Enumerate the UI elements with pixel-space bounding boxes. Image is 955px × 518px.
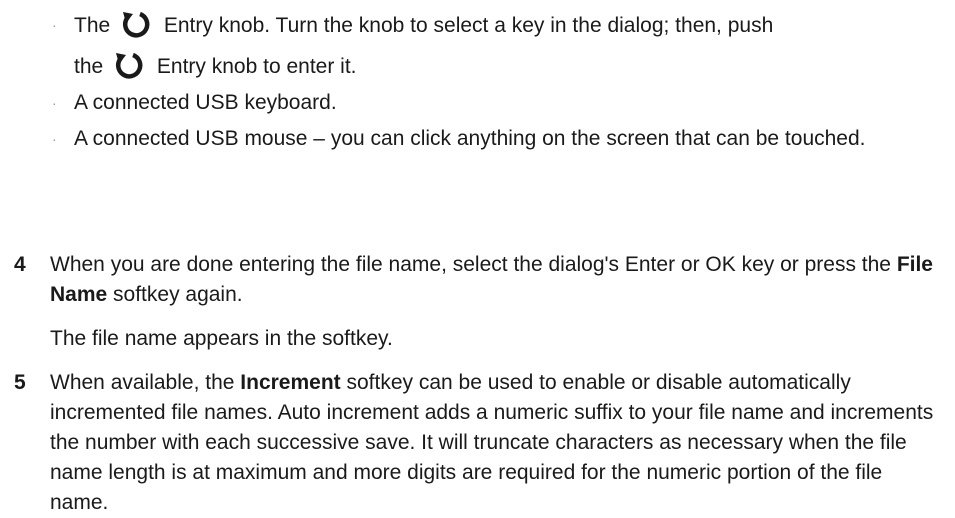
step-text: When available, the Increment softkey ca… — [50, 371, 933, 514]
bullet-text: The Entry knob. Turn the knob to select … — [74, 11, 945, 82]
bullet-dot: · — [52, 131, 57, 147]
bullet-text-part: the — [74, 55, 104, 78]
step-4: 4 When you are done entering the file na… — [14, 250, 945, 310]
entry-knob-icon — [116, 52, 143, 79]
bullet-text: A connected USB keyboard. — [74, 91, 337, 114]
step-text-part: softkey again. — [107, 283, 243, 306]
step-5: 5 When available, the Increment softkey … — [14, 368, 945, 518]
bullet-text-part: Entry knob. Turn the knob to select a ke… — [163, 14, 774, 37]
list-item-usb-mouse: · A connected USB mouse – you can click … — [50, 124, 945, 154]
step-number: 4 — [14, 253, 26, 276]
step-text: When you are done entering the file name… — [50, 253, 933, 306]
step-result: The file name appears in the softkey. — [50, 327, 393, 350]
bullet-text-part: Entry knob to enter it. — [156, 55, 357, 78]
bullet-dot: · — [52, 95, 57, 111]
step-number: 5 — [14, 371, 26, 394]
step-text-part: When you are done entering the file name… — [50, 253, 897, 276]
list-item-entry-knob: · The Entry knob. Turn the knob to selec… — [50, 10, 945, 82]
bullet-text: A connected USB mouse – you can click an… — [74, 127, 866, 150]
bullet-dot: · — [52, 17, 57, 33]
list-item-usb-keyboard: · A connected USB keyboard. — [50, 88, 945, 118]
bullet-text-line: the Entry knob to enter it. — [74, 51, 945, 82]
procedure-steps: 4 When you are done entering the file na… — [14, 250, 945, 518]
manual-page: · The Entry knob. Turn the knob to selec… — [0, 0, 955, 514]
bullet-text-part: The — [74, 14, 111, 37]
step-text-part: When available, the — [50, 371, 241, 394]
input-methods-list: · The Entry knob. Turn the knob to selec… — [50, 10, 945, 160]
entry-knob-icon — [123, 11, 150, 38]
softkey-name: Increment — [240, 371, 341, 394]
